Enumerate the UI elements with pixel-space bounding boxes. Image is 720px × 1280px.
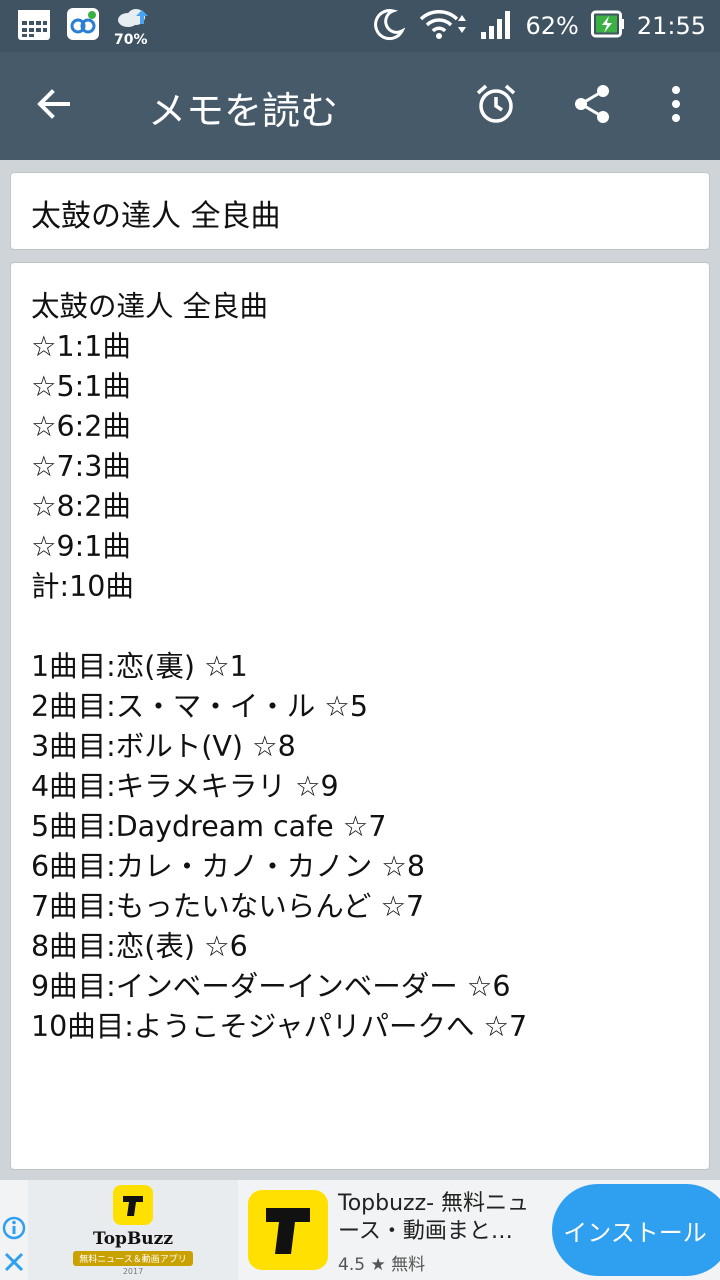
moon-icon	[371, 7, 407, 45]
ad-thumb-year: 2017	[122, 1266, 144, 1276]
memo-line: ☆7:3曲	[31, 450, 131, 483]
memo-line: 8曲目:恋(表) ☆6	[31, 930, 248, 963]
install-button[interactable]: インストール	[552, 1184, 720, 1276]
memo-line: 5曲目:Daydream cafe ☆7	[31, 810, 387, 843]
memo-line: 3曲目:ボルト(V) ☆8	[31, 730, 296, 763]
signal-icon	[479, 8, 513, 44]
battery-charging-icon	[590, 10, 625, 42]
memo-line: ☆5:1曲	[31, 370, 131, 403]
memo-line: 6曲目:カレ・カノ・カノン ☆8	[31, 850, 425, 883]
memo-line: 太鼓の達人 全良曲	[31, 290, 269, 323]
memo-title-card: 太鼓の達人 全良曲	[10, 172, 710, 250]
ad-thumb-caption: 無料ニュース＆動画アプリ	[73, 1250, 193, 1266]
star-icon: ★	[370, 1255, 386, 1275]
memo-line: 7曲目:もったいないらんど ☆7	[31, 890, 425, 923]
alarm-clock-icon	[474, 82, 518, 130]
share-icon	[570, 82, 614, 130]
ad-rating-value: 4.5	[338, 1255, 366, 1275]
page-title: メモを読む	[148, 89, 339, 133]
memo-line: ☆6:2曲	[31, 410, 131, 443]
battery-percent: 62%	[525, 12, 579, 40]
ad-app-name[interactable]: Topbuzz- 無料ニュース・動画まと…	[338, 1190, 548, 1246]
memo-body: 太鼓の達人 全良曲 ☆1:1曲 ☆5:1曲 ☆6:2曲 ☆7:3曲 ☆8:2曲 …	[31, 287, 701, 1047]
wifi-icon	[417, 7, 467, 45]
ad-app-icon[interactable]	[248, 1190, 328, 1270]
weather-percent: 70%	[114, 32, 148, 48]
memo-line: 1曲目:恋(裏) ☆1	[31, 650, 248, 683]
back-button[interactable]	[26, 78, 82, 134]
status-right: 62% 21:55	[371, 6, 706, 46]
alarm-button[interactable]	[468, 78, 524, 134]
overflow-menu-button[interactable]	[648, 78, 704, 134]
ad-thumbnail[interactable]: TopBuzz 無料ニュース＆動画アプリ 2017	[28, 1180, 238, 1280]
memo-line: 4曲目:キラメキラリ ☆9	[31, 770, 339, 803]
topbuzz-logo-icon	[113, 1184, 153, 1225]
memo-line: 10曲目:ようこそジャパリパークへ ☆7	[31, 1010, 528, 1043]
ad-rating-row: 4.5 ★ 無料	[338, 1250, 425, 1275]
share-button[interactable]	[564, 78, 620, 134]
memo-line-blank	[31, 607, 701, 647]
memo-title: 太鼓の達人 全良曲	[31, 199, 281, 234]
ad-banner[interactable]: TopBuzz 無料ニュース＆動画アプリ 2017 Topbuzz- 無料ニュー…	[0, 1180, 720, 1280]
ad-info-icon[interactable]	[2, 1216, 26, 1240]
memo-body-card: 太鼓の達人 全良曲 ☆1:1曲 ☆5:1曲 ☆6:2曲 ☆7:3曲 ☆8:2曲 …	[10, 262, 710, 1170]
memo-line: ☆8:2曲	[31, 490, 131, 523]
more-vertical-icon	[670, 84, 682, 128]
calendar-icon	[16, 6, 52, 46]
memo-line: ☆1:1曲	[31, 330, 131, 363]
weather-icon: 70%	[114, 6, 154, 48]
memo-line: ☆9:1曲	[31, 530, 131, 563]
memo-line: 計:10曲	[31, 570, 134, 603]
arrow-left-icon	[34, 84, 74, 128]
ad-thumb-logo-text: TopBuzz	[93, 1228, 173, 1249]
memo-line: 2曲目:ス・マ・イ・ル ☆5	[31, 690, 368, 723]
memo-line: 9曲目:インベーダーインベーダー ☆6	[31, 970, 511, 1003]
status-bar: 70% 62% 21:55	[0, 0, 720, 52]
sync-app-icon	[66, 7, 100, 45]
status-left: 70%	[16, 6, 154, 48]
app-bar: メモを読む	[0, 52, 720, 160]
ad-price: 無料	[391, 1255, 426, 1275]
ad-close-icon[interactable]	[2, 1250, 26, 1274]
clock: 21:55	[636, 12, 706, 40]
